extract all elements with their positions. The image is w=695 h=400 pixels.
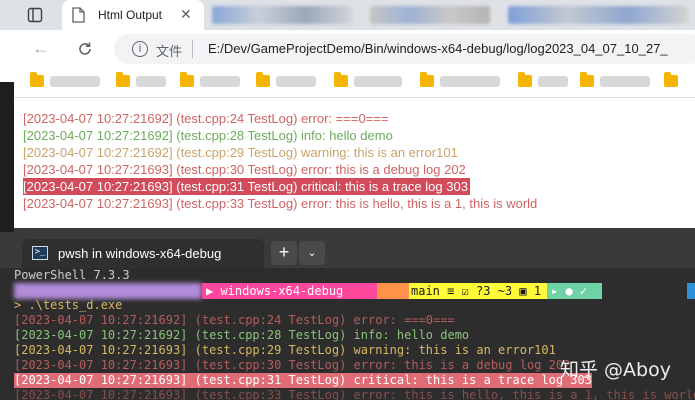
bookmarks-bar (0, 68, 695, 98)
arrow-left-icon[interactable]: ← (32, 38, 50, 59)
tab-html-output[interactable]: Html Output ✕ (62, 0, 204, 30)
url-scheme: 文件 (156, 44, 183, 59)
log-line-info: [2023-04-07 10:27:21692] (test.cpp:28 Te… (23, 128, 393, 143)
prompt-end-segment (687, 283, 695, 299)
tab-title: Html Output (98, 8, 163, 22)
prompt-status-segment: ▸ ● ✓ (547, 283, 602, 299)
prompt-path: windows-x64-debug (220, 284, 344, 298)
folder-icon[interactable] (180, 72, 194, 87)
log-line-critical: [2023-04-07 10:27:21693] (test.cpp:31 Te… (23, 178, 470, 195)
new-tab-button[interactable]: + (271, 241, 297, 265)
divider (192, 40, 193, 58)
command-line: > .\tests_d.exe (14, 298, 123, 312)
terminal-tab-bar: >_ pwsh in windows-x64-debug + ⌄ (0, 228, 695, 268)
background-editor-edge (0, 82, 14, 232)
log-line-error: [2023-04-07 10:27:21693] (test.cpp:33 Te… (23, 196, 538, 211)
html-output-page: [2023-04-07 10:27:21692] (test.cpp:24 Te… (0, 98, 695, 228)
prompt-git: main ≡ ☑ ?3 ~3 ▣ 1 (411, 284, 542, 298)
bookmark-item[interactable] (354, 76, 402, 87)
bookmark-item[interactable] (600, 76, 650, 87)
prompt-line: ▶ windows-x64-debug main ≡ ☑ ?3 ~3 ▣ 1 ▸… (14, 283, 695, 299)
terminal-log-warning: [2023-04-07 10:27:21693] (test.cpp:29 Te… (14, 343, 556, 357)
prompt-git-segment: main ≡ ☑ ?3 ~3 ▣ 1 (377, 283, 547, 299)
git-branch-icon (377, 283, 409, 299)
terminal-log-error: [2023-04-07 10:27:21692] (test.cpp:24 Te… (14, 313, 455, 327)
bookmark-item[interactable] (136, 76, 166, 87)
terminal-log-error: [2023-04-07 10:27:21693] (test.cpp:30 Te… (14, 358, 571, 372)
folder-icon[interactable] (420, 72, 434, 87)
folder-icon[interactable] (30, 72, 44, 87)
bookmark-item[interactable] (276, 76, 316, 87)
folder-icon[interactable] (518, 72, 532, 87)
reload-icon[interactable] (76, 40, 94, 58)
blurred-tab[interactable] (508, 6, 688, 24)
sidebar-icon[interactable] (27, 7, 43, 23)
address-bar: ← i 文件 E:/Dev/GameProjectDemo/Bin/window… (0, 30, 695, 68)
blurred-tab[interactable] (212, 6, 352, 24)
watermark: 知乎 @Aboy (560, 359, 671, 381)
log-line-error: [2023-04-07 10:27:21692] (test.cpp:24 Te… (23, 111, 389, 126)
prompt-user-segment (14, 283, 202, 299)
powershell-icon: >_ (32, 246, 48, 260)
bookmark-item[interactable] (50, 76, 100, 87)
prompt-status: ✓ (579, 284, 588, 298)
info-icon[interactable]: i (132, 41, 148, 57)
close-icon[interactable]: ✕ (180, 6, 192, 23)
prompt-path-segment: ▶ windows-x64-debug (202, 283, 377, 299)
log-line-error: [2023-04-07 10:27:21693] (test.cpp:30 Te… (23, 162, 466, 177)
browser-window: Html Output ✕ ← i 文件 E:/Dev/GameProjectD… (0, 0, 695, 228)
terminal-log-critical: [2023-04-07 10:27:21693] (test.cpp:31 Te… (14, 373, 592, 388)
terminal-log-info: [2023-04-07 10:27:21692] (test.cpp:28 Te… (14, 328, 470, 342)
bookmark-item[interactable] (200, 76, 240, 87)
folder-icon[interactable] (580, 72, 594, 87)
bookmark-item[interactable] (538, 76, 568, 87)
bookmark-item[interactable] (440, 76, 500, 87)
log-line-warning: [2023-04-07 10:27:21692] (test.cpp:29 Te… (23, 145, 458, 160)
powershell-version: PowerShell 7.3.3 (14, 268, 130, 282)
folder-icon[interactable] (664, 72, 678, 87)
folder-icon[interactable] (116, 72, 130, 87)
folder-icon[interactable] (256, 72, 270, 87)
file-icon (72, 7, 85, 23)
terminal-tab[interactable]: >_ pwsh in windows-x64-debug (22, 239, 264, 268)
omnibox[interactable]: i 文件 E:/Dev/GameProjectDemo/Bin/windows-… (114, 34, 695, 64)
url-text[interactable]: E:/Dev/GameProjectDemo/Bin/windows-x64-d… (208, 41, 668, 56)
tab-bar: Html Output ✕ (0, 0, 695, 30)
chevron-down-icon[interactable]: ⌄ (299, 241, 325, 265)
folder-icon[interactable] (334, 72, 348, 87)
blurred-tab[interactable] (370, 6, 490, 24)
terminal-tab-title: pwsh in windows-x64-debug (58, 246, 222, 261)
terminal-log-error: [2023-04-07 10:27:21693] (test.cpp:33 Te… (14, 388, 695, 400)
